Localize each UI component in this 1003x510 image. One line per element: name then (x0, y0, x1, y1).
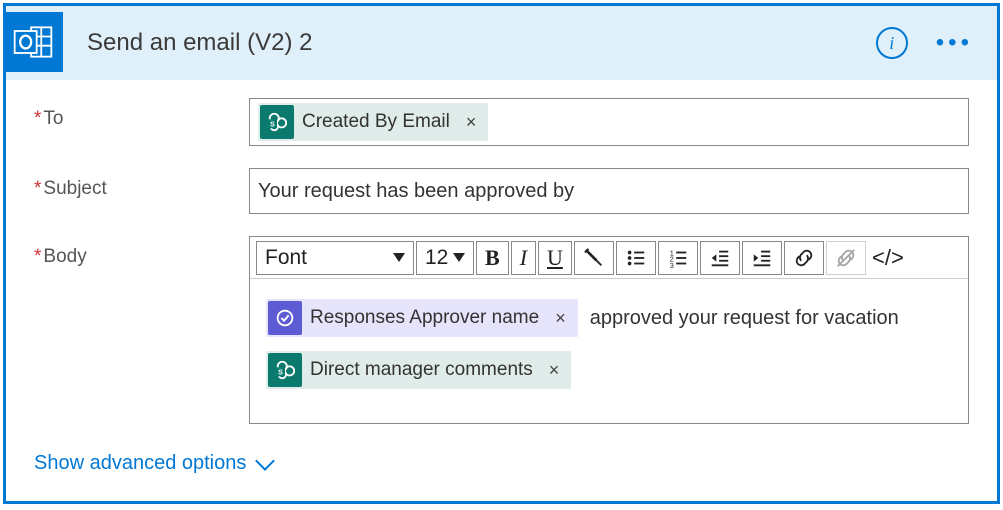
to-field[interactable]: S Created By Email × (249, 98, 969, 146)
label-body: *Body (34, 236, 249, 424)
chevron-down-icon (393, 253, 405, 262)
font-size-dropdown[interactable]: 12 (416, 241, 474, 275)
chevron-down-icon (255, 451, 275, 471)
body-editor: Font 12 B I U (249, 236, 969, 424)
label-subject: *Subject (34, 168, 249, 214)
remove-token-icon[interactable]: × (547, 308, 574, 329)
font-dropdown[interactable]: Font (256, 241, 414, 275)
card-header: Send an email (V2) 2 i ••• (6, 6, 997, 80)
outlook-icon (3, 12, 63, 72)
code-view-button[interactable]: </> (868, 241, 908, 275)
chevron-down-icon (453, 253, 465, 262)
svg-text:S: S (278, 368, 283, 377)
show-advanced-options[interactable]: Show advanced options (34, 446, 272, 481)
sharepoint-icon: S (260, 105, 294, 139)
outdent-button[interactable] (700, 241, 740, 275)
link-button[interactable] (784, 241, 824, 275)
unlink-button (826, 241, 866, 275)
info-icon[interactable]: i (876, 27, 908, 59)
row-body: *Body Font 12 B I U (34, 236, 969, 424)
svg-text:S: S (270, 120, 275, 129)
body-content-area[interactable]: Responses Approver name × approved your … (250, 279, 968, 423)
sharepoint-icon: S (268, 353, 302, 387)
token-direct-manager-comments[interactable]: S Direct manager comments × (266, 351, 571, 389)
row-subject: *Subject (34, 168, 969, 214)
card-title: Send an email (V2) 2 (87, 29, 876, 57)
svg-text:3: 3 (670, 261, 674, 269)
indent-button[interactable] (742, 241, 782, 275)
row-to: *To S Created By Email × (34, 98, 969, 146)
action-card: Send an email (V2) 2 i ••• *To S Created… (3, 3, 1000, 504)
more-menu-icon[interactable]: ••• (930, 29, 979, 57)
italic-button[interactable]: I (511, 241, 536, 275)
subject-input[interactable] (258, 180, 960, 203)
underline-button[interactable]: U (538, 241, 572, 275)
remove-token-icon[interactable]: × (458, 112, 485, 133)
approvals-icon (268, 301, 302, 335)
token-created-by-email[interactable]: S Created By Email × (258, 103, 488, 141)
token-approver-name[interactable]: Responses Approver name × (266, 299, 578, 337)
label-to: *To (34, 98, 249, 146)
subject-field[interactable] (249, 168, 969, 214)
bold-button[interactable]: B (476, 241, 509, 275)
numbered-list-button[interactable]: 123 (658, 241, 698, 275)
card-body: *To S Created By Email × *Subject (6, 80, 997, 501)
bulleted-list-button[interactable] (616, 241, 656, 275)
remove-token-icon[interactable]: × (541, 360, 568, 381)
rich-text-toolbar: Font 12 B I U (250, 237, 968, 279)
font-color-button[interactable] (574, 241, 614, 275)
